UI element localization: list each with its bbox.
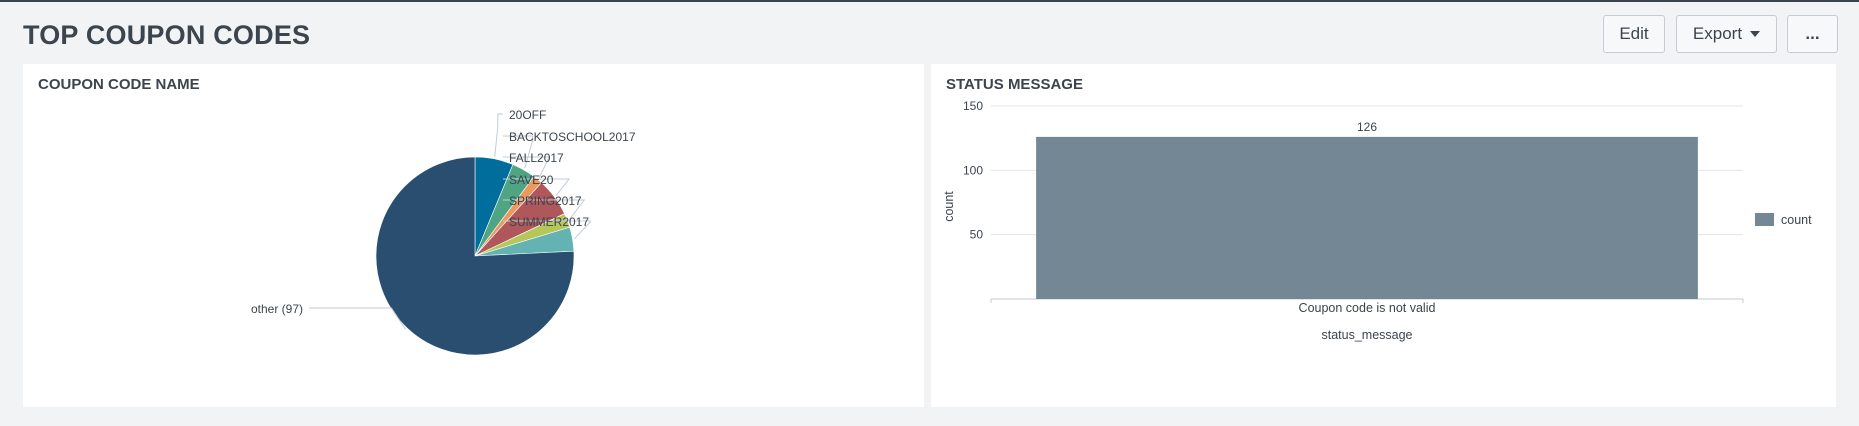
legend-label: count [1781,213,1812,227]
leader-line [309,307,406,330]
export-button[interactable]: Export [1676,15,1777,53]
y-tick-label: 100 [963,163,983,177]
slice-label: SPRING2017 [509,194,582,208]
y-tick-label: 150 [963,99,983,113]
x-axis-title: status_message [1321,328,1412,342]
leader-line [494,113,503,157]
bar-data-label: 126 [1357,120,1377,134]
slice-label: 20OFF [509,108,546,122]
slice-label: other (97) [251,302,303,316]
x-tick-label: Coupon code is not valid [1299,301,1436,315]
legend-swatch [1755,213,1774,226]
slice-label: FALL2017 [509,151,564,165]
edit-button[interactable]: Edit [1603,15,1665,53]
slice-label: SAVE20 [509,173,554,187]
slice-label: BACKTOSCHOOL2017 [509,130,636,144]
export-label: Export [1692,24,1743,43]
slice-label: SUMMER2017 [509,215,589,229]
bar [1036,136,1698,299]
status-message-panel: STATUS MESSAGE 50 100 150 126 Coupon code is… [931,64,1836,407]
coupon-code-name-panel: COUPON CODE NAME 20OFF BACKTOSCHOOL2017 FA… [23,64,924,407]
more-actions-button[interactable]: ... [1787,15,1838,53]
caret-down-icon [1750,31,1761,37]
y-axis-title: count [942,191,956,222]
dashboard-title: TOP COUPON CODES [23,20,311,50]
bar-chart: 50 100 150 126 Coupon code is not valid statu… [942,99,1812,342]
pie-chart: 20OFF BACKTOSCHOOL2017 FALL2017 SAVE20 SPRIN… [251,108,636,356]
y-tick-label: 50 [970,228,984,242]
